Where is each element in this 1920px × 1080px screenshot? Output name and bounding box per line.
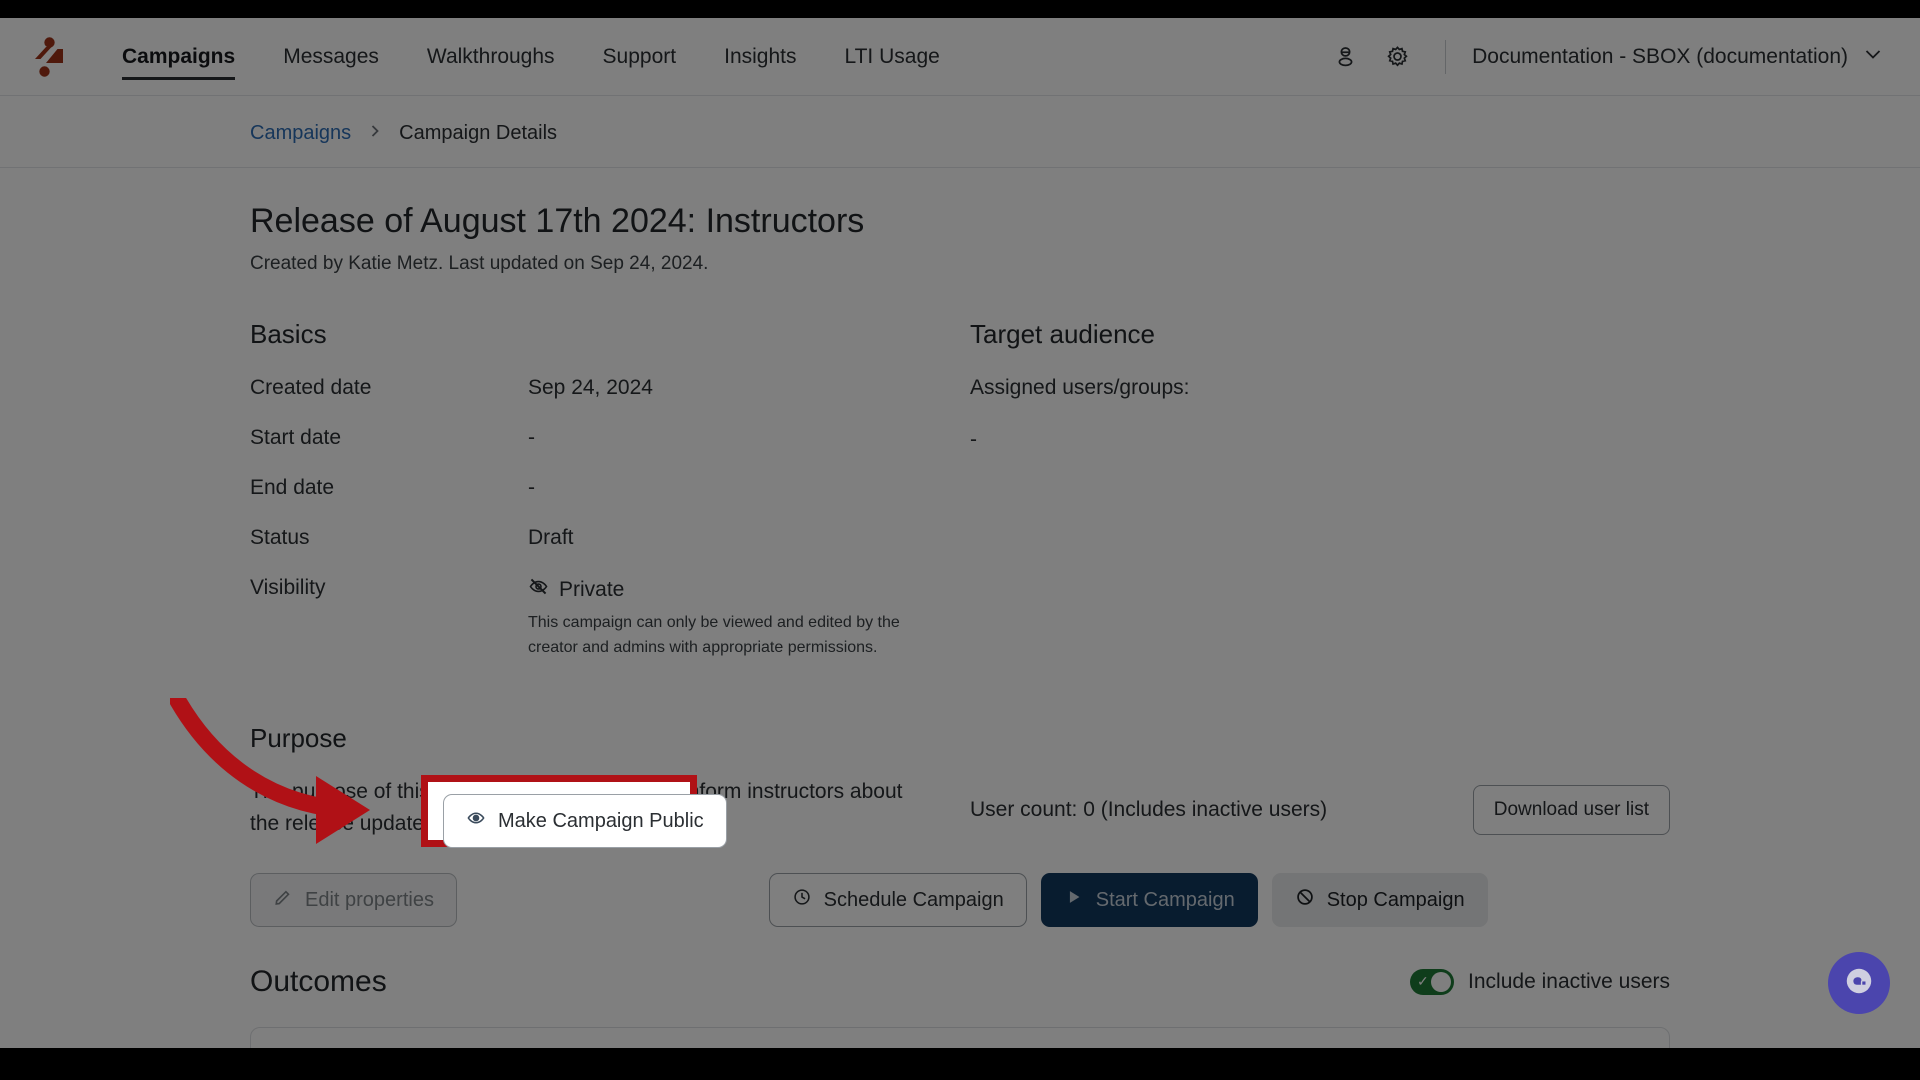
app-viewport: Campaigns Messages Walkthroughs Support …: [0, 18, 1920, 1048]
no-entry-icon: [1295, 887, 1315, 913]
user-count-text: User count: 0 (Includes inactive users): [970, 798, 1328, 821]
label-status: Status: [250, 526, 310, 549]
basics-section: Basics Created date Sep 24, 2024 Start d…: [250, 319, 970, 687]
download-user-list-button[interactable]: Download user list: [1472, 785, 1670, 835]
tab-label: LTI Usage: [844, 44, 940, 68]
assigned-users-label: Assigned users/groups:: [970, 376, 1190, 399]
info-columns: Basics Created date Sep 24, 2024 Start d…: [250, 275, 1670, 687]
content-inner: Campaigns Campaign Details: [0, 122, 1920, 167]
breadcrumb-current: Campaign Details: [399, 122, 558, 144]
breadcrumb-separator-icon: [367, 122, 383, 145]
edit-properties-button[interactable]: Edit properties: [250, 873, 457, 928]
row-end-date: End date -: [250, 476, 970, 500]
tab-label: Campaigns: [122, 44, 236, 68]
start-campaign-button[interactable]: Start Campaign: [1040, 873, 1258, 928]
stop-campaign-button[interactable]: Stop Campaign: [1271, 873, 1488, 928]
value-start-date: -: [528, 426, 535, 449]
chat-widget-button[interactable]: [1828, 952, 1890, 1014]
toggle-check-icon: ✓: [1417, 973, 1429, 990]
make-campaign-public-label: Make Campaign Public: [498, 809, 704, 832]
organization-selector[interactable]: Documentation - SBOX (documentation): [1472, 43, 1888, 71]
tab-lti-usage[interactable]: LTI Usage: [820, 18, 963, 96]
page-subtitle: Created by Katie Metz. Last updated on S…: [250, 253, 709, 274]
include-inactive-users-label: Include inactive users: [1468, 970, 1670, 994]
tab-support[interactable]: Support: [579, 18, 701, 96]
row-created-date: Created date Sep 24, 2024: [250, 376, 970, 400]
user-count-row: User count: 0 (Includes inactive users) …: [970, 723, 1670, 840]
include-inactive-users-toggle[interactable]: ✓: [1410, 969, 1455, 996]
tab-label: Support: [602, 44, 677, 68]
schedule-campaign-button[interactable]: Schedule Campaign: [768, 873, 1027, 928]
tab-label: Messages: [283, 44, 379, 68]
content-engagement-card: Content Engagement Target: 60% % Message…: [250, 1027, 1670, 1048]
target-audience-section: Target audience Assigned users/groups: -: [970, 319, 1670, 687]
play-icon: [1064, 887, 1084, 913]
campaign-action-buttons: Edit properties Make Campaign Public: [250, 839, 1670, 928]
row-visibility: Visibility Private This campaign can onl…: [250, 576, 970, 661]
outcomes-heading: Outcomes: [250, 965, 387, 999]
assigned-users-value: -: [970, 428, 977, 451]
edit-properties-label: Edit properties: [305, 888, 434, 911]
page-title: Release of August 17th 2024: Instructors: [250, 202, 865, 240]
label-created-date: Created date: [250, 376, 372, 399]
value-created-date: Sep 24, 2024: [528, 376, 653, 399]
organization-label: Documentation - SBOX (documentation): [1472, 44, 1848, 68]
label-visibility: Visibility: [250, 576, 326, 599]
row-start-date: Start date -: [250, 426, 970, 450]
tab-campaigns[interactable]: Campaigns: [98, 18, 259, 96]
breadcrumb-link-campaigns[interactable]: Campaigns: [250, 122, 351, 145]
nav-tabs: Campaigns Messages Walkthroughs Support …: [98, 18, 964, 96]
make-campaign-public-button[interactable]: Make Campaign Public: [443, 794, 727, 848]
gear-icon[interactable]: [1371, 31, 1423, 83]
schedule-campaign-label: Schedule Campaign: [823, 888, 1004, 911]
purpose-heading: Purpose: [250, 722, 347, 753]
include-inactive-users-control: ✓ Include inactive users: [1410, 969, 1670, 996]
user-icon[interactable]: [1319, 31, 1371, 83]
value-end-date: -: [528, 476, 535, 499]
nav-divider: [1445, 39, 1447, 74]
stop-campaign-label: Stop Campaign: [1326, 888, 1465, 911]
app-logo[interactable]: [26, 34, 72, 80]
main-body: Release of August 17th 2024: Instructors…: [0, 168, 1920, 1048]
tab-label: Walkthroughs: [426, 44, 555, 68]
target-audience-heading: Target audience: [970, 319, 1156, 349]
breadcrumb: Campaigns Campaign Details: [250, 122, 1670, 167]
nav-right-controls: Documentation - SBOX (documentation): [1319, 18, 1888, 96]
tab-insights[interactable]: Insights: [700, 18, 820, 96]
chevron-down-icon: [1862, 43, 1884, 71]
value-visibility-block: Private This campaign can only be viewed…: [528, 576, 948, 661]
visibility-value: Private: [528, 576, 948, 603]
screen: Campaigns Messages Walkthroughs Support …: [0, 0, 1920, 1080]
tab-walkthroughs[interactable]: Walkthroughs: [403, 18, 579, 96]
basics-heading: Basics: [250, 319, 327, 349]
page-content: Campaigns Campaign Details Release of Au…: [0, 96, 1920, 1048]
outcomes-header: Outcomes ✓ Include inactive users: [250, 927, 1670, 999]
tab-label: Insights: [724, 44, 797, 68]
tab-messages[interactable]: Messages: [259, 18, 403, 96]
visibility-note: This campaign can only be viewed and edi…: [528, 614, 900, 656]
start-campaign-label: Start Campaign: [1095, 888, 1235, 911]
label-start-date: Start date: [250, 426, 342, 449]
row-status: Status Draft: [250, 526, 970, 550]
eye-icon: [466, 808, 486, 834]
top-navigation-bar: Campaigns Messages Walkthroughs Support …: [0, 18, 1920, 96]
eye-off-icon: [528, 576, 549, 603]
visibility-text: Private: [559, 577, 625, 601]
pencil-icon: [273, 887, 293, 913]
label-end-date: End date: [250, 476, 335, 499]
value-status: Draft: [528, 526, 574, 549]
chat-bubble-icon: [1843, 965, 1875, 1002]
clock-icon: [792, 887, 812, 913]
toggle-knob: [1431, 972, 1452, 993]
